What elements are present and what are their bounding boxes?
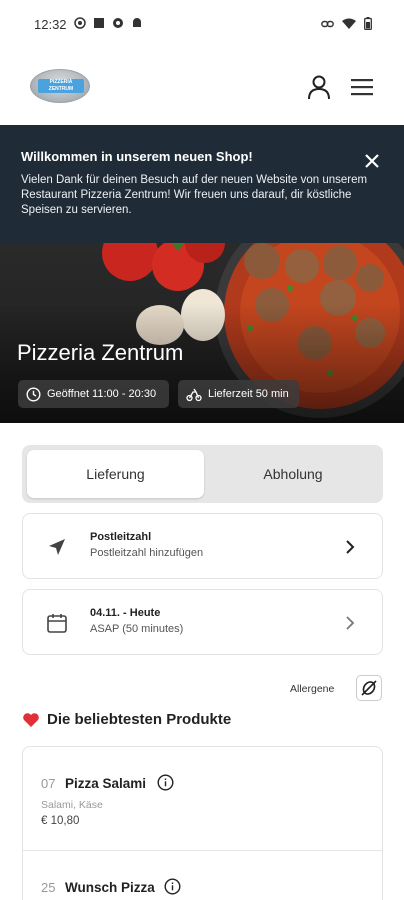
opening-hours-chip: Geöffnet 11:00 - 20:30	[18, 380, 169, 408]
product-name: Pizza Salami	[65, 776, 147, 791]
menu-icon[interactable]	[350, 76, 374, 98]
status-bar: 12:32	[0, 0, 404, 52]
scooter-icon	[186, 388, 202, 401]
restaurant-logo[interactable]: PIZZERIA ZENTRUM	[30, 69, 90, 103]
product-item[interactable]: 07 Pizza Salami Salami, Käse € 10,80	[23, 747, 382, 851]
banner-text: Vielen Dank für deinen Besuch auf der ne…	[21, 174, 368, 216]
delivery-tab[interactable]: Lieferung	[27, 450, 204, 498]
heart-icon	[23, 712, 39, 727]
allergens-label: Allergene	[290, 683, 335, 695]
welcome-banner: Willkommen in unserem neuen Shop! Vielen…	[0, 125, 404, 243]
android-icon	[133, 18, 141, 27]
info-icon[interactable]	[157, 774, 174, 791]
product-name: Wunsch Pizza	[65, 880, 155, 895]
postcode-card[interactable]: Postleitzahl Postleitzahl hinzufügen	[22, 513, 383, 579]
product-number: 25	[41, 880, 56, 895]
square-icon	[94, 18, 104, 28]
clock-icon	[26, 386, 41, 402]
date-subtitle: ASAP (50 minutes)	[90, 623, 184, 635]
banner-title: Willkommen in unserem neuen Shop!	[21, 149, 253, 164]
logo-text-top: PIZZERIA	[49, 79, 73, 85]
product-price: € 10,80	[41, 815, 80, 827]
calendar-icon	[47, 614, 67, 633]
chevron-right-icon	[346, 540, 355, 554]
product-item[interactable]: 25 Wunsch Pizza	[23, 851, 382, 900]
product-number: 07	[41, 776, 56, 791]
popular-heading-text: Die beliebtesten Produkte	[47, 711, 232, 728]
logo-text-bottom: ZENTRUM	[48, 86, 74, 92]
allergen-filter-icon	[361, 680, 377, 696]
wifi-icon	[342, 18, 356, 29]
notification-icons	[74, 17, 143, 29]
date-title: 04.11. - Heute	[90, 607, 161, 619]
popular-products-heading: Die beliebtesten Produkte	[22, 711, 231, 728]
postcode-title: Postleitzahl	[90, 531, 152, 543]
postcode-subtitle: Postleitzahl hinzufügen	[90, 547, 204, 559]
link-icon	[321, 20, 334, 27]
order-mode-toggle: Lieferung Abholung	[22, 445, 383, 503]
system-icons	[321, 17, 372, 30]
navigation-arrow-icon	[49, 539, 65, 555]
product-description: Salami, Käse	[41, 799, 103, 811]
restaurant-name: Pizzeria Zentrum	[17, 340, 184, 365]
chevron-right-icon	[346, 616, 355, 630]
whatsapp-icon	[74, 17, 86, 29]
delivery-time-chip: Lieferzeit 50 min	[178, 380, 299, 408]
user-icon[interactable]	[306, 74, 332, 100]
logo-plate: PIZZERIA ZENTRUM	[38, 79, 84, 93]
settings-icon	[113, 18, 123, 28]
date-time-card[interactable]: 04.11. - Heute ASAP (50 minutes)	[22, 589, 383, 655]
pickup-tab[interactable]: Abholung	[208, 450, 378, 498]
allergens-button[interactable]	[356, 675, 382, 701]
product-list: 07 Pizza Salami Salami, Käse € 10,80 25 …	[22, 746, 383, 900]
info-icon[interactable]	[164, 878, 181, 895]
opening-hours-text: Geöffnet 11:00 - 20:30	[47, 388, 157, 400]
hero-image: Pizzeria Zentrum Geöffnet 11:00 - 20:30 …	[0, 243, 404, 423]
close-icon[interactable]	[362, 151, 382, 171]
status-time: 12:32	[34, 17, 67, 32]
app-header: PIZZERIA ZENTRUM	[0, 52, 404, 124]
delivery-time-text: Lieferzeit 50 min	[208, 388, 289, 400]
battery-icon	[364, 17, 372, 30]
